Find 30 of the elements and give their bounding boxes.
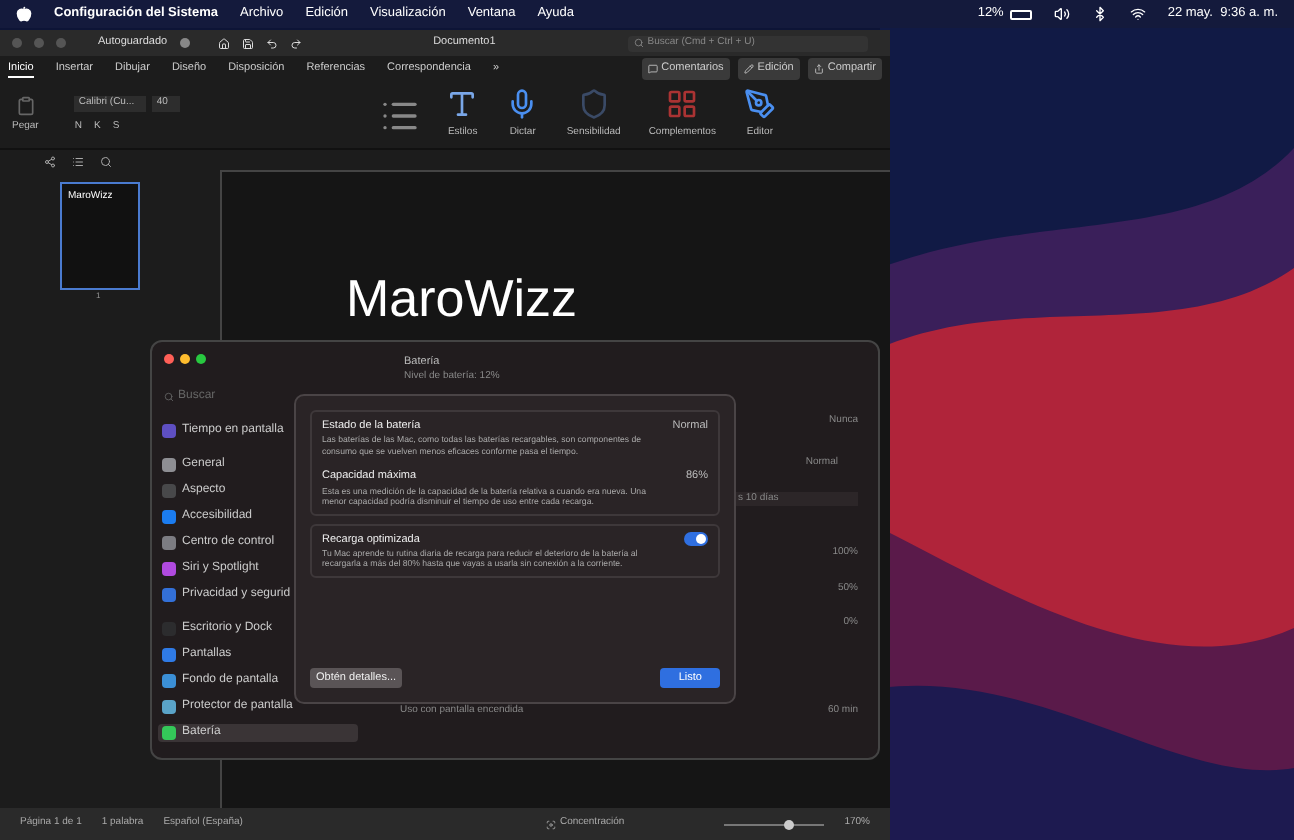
volume-icon[interactable]	[1053, 6, 1070, 22]
search-icon[interactable]	[100, 156, 112, 168]
minimize-button[interactable]	[180, 354, 190, 364]
pen-icon	[743, 88, 776, 121]
shield-icon	[577, 88, 610, 121]
share-icon	[813, 64, 824, 74]
styles-icon	[446, 88, 479, 121]
search-icon	[633, 38, 644, 48]
battery-icon[interactable]	[1009, 9, 1032, 19]
autosave-toggle[interactable]	[179, 38, 190, 48]
comment-icon	[647, 64, 658, 74]
home-icon[interactable]	[217, 37, 230, 49]
wifi-icon[interactable]	[1129, 6, 1146, 22]
pencil-icon	[743, 64, 754, 74]
search-icon	[164, 392, 174, 402]
close-button[interactable]	[164, 354, 174, 364]
microphone-icon	[506, 88, 539, 121]
save-icon[interactable]	[241, 37, 254, 49]
toggle-switch[interactable]	[684, 532, 708, 547]
grid-icon	[666, 88, 699, 121]
zoom-button[interactable]	[196, 354, 206, 364]
slider-thumb[interactable]	[784, 819, 795, 829]
document-text: MaroWizz	[346, 268, 578, 328]
redo-icon[interactable]	[289, 37, 302, 49]
apple-icon[interactable]	[16, 6, 32, 22]
undo-icon[interactable]	[265, 37, 278, 49]
bluetooth-icon[interactable]	[1091, 6, 1108, 22]
outline-icon[interactable]	[72, 156, 84, 168]
clipboard-icon	[15, 95, 36, 116]
focus-icon	[545, 819, 556, 829]
